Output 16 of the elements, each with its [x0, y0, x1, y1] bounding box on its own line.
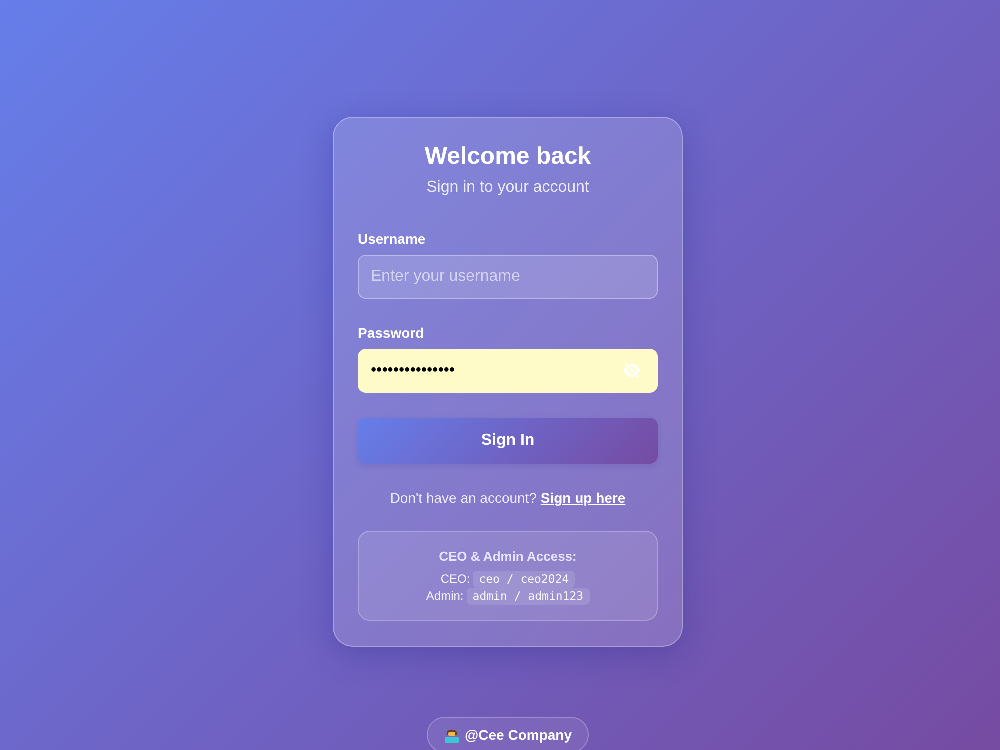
credential-label: Admin: [426, 588, 464, 605]
credential-label: CEO: [440, 571, 470, 588]
field-label: Username [358, 230, 426, 248]
card-title: Welcome back [424, 142, 592, 172]
sign-in-button[interactable]: Sign In [358, 418, 658, 464]
credential-code: admin / admin123 [466, 588, 590, 605]
credentials-title: CEO & Admin Access: [439, 548, 577, 566]
field-label: Password [358, 324, 424, 342]
password-field[interactable]: ••••••••••••••• [358, 349, 658, 393]
company-name: @Cee Company [464, 726, 572, 744]
sign-up-link[interactable]: Sign up here [540, 490, 626, 506]
card-subtitle: Sign in to your account [426, 178, 590, 198]
person-laptop-icon [444, 727, 460, 743]
eye-off-icon[interactable] [622, 362, 642, 379]
credential-code: ceo / ceo2024 [473, 571, 576, 588]
signup-prompt: Don't have an account? Sign up here [390, 489, 626, 507]
